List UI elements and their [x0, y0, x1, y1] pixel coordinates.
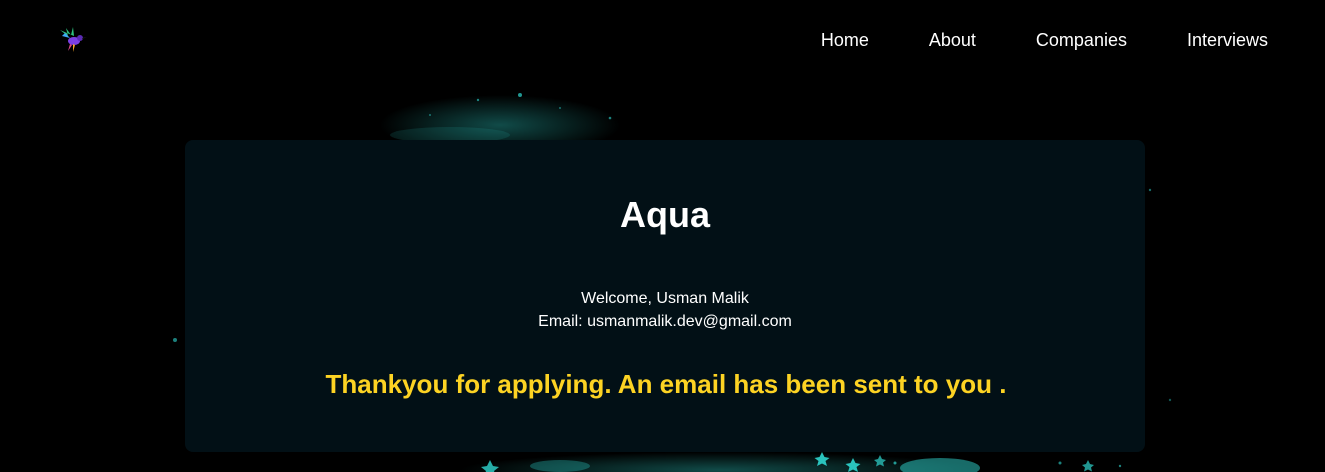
company-title: Aqua	[620, 194, 710, 235]
email-text: Email: usmanmalik.dev@gmail.com	[538, 313, 792, 330]
nav-interviews-link[interactable]: Interviews	[1187, 30, 1268, 50]
application-card: Aqua Welcome, Usman Malik Email: usmanma…	[185, 140, 1145, 452]
nav-companies-link[interactable]: Companies	[1036, 30, 1127, 50]
nav-home-link[interactable]: Home	[821, 30, 869, 50]
page: Home About Companies Interviews Aqua Wel…	[0, 0, 1325, 472]
confirmation-message: Thankyou for applying. An email has been…	[325, 369, 1007, 399]
hummingbird-icon[interactable]	[56, 24, 88, 56]
welcome-text: Welcome, Usman Malik	[581, 290, 749, 307]
main-nav: Home About Companies Interviews	[821, 30, 1268, 50]
nav-about-link[interactable]: About	[929, 30, 976, 50]
